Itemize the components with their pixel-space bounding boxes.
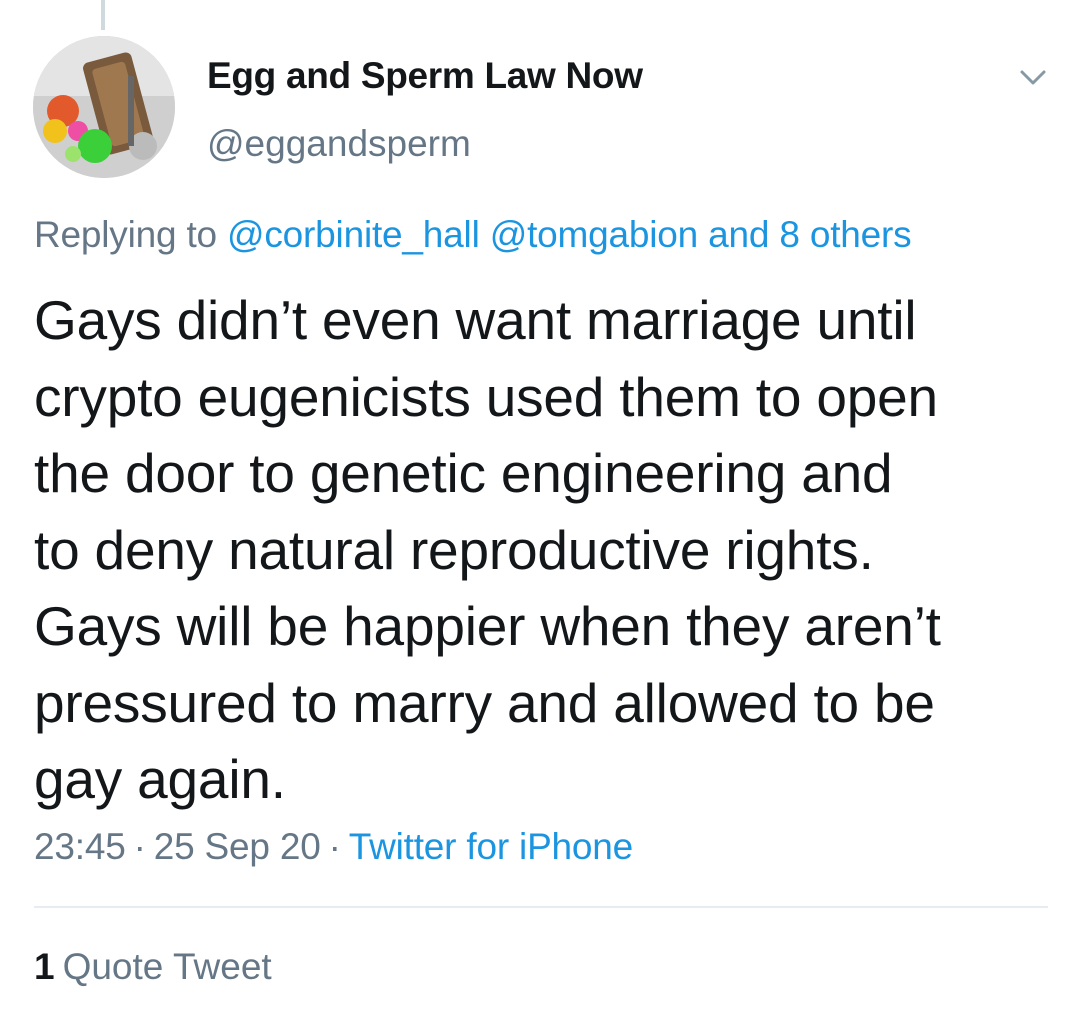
tweet-text-line: Gays will be happier when they aren’t <box>34 595 941 657</box>
replying-to-label: Replying to <box>34 214 217 255</box>
thread-connector-line <box>101 0 105 30</box>
meta-separator: · <box>328 826 341 867</box>
quote-tweets-stat[interactable]: 1 Quote Tweet <box>34 943 272 991</box>
meta-separator: · <box>133 826 146 867</box>
tweet-date[interactable]: 25 Sep 20 <box>154 826 321 867</box>
tweet-text-line: crypto eugenicists used them to open <box>34 365 938 428</box>
tweet-metadata: 23:45 · 25 Sep 20 · Twitter for iPhone <box>34 823 633 871</box>
tweet-text-line: to deny natural reproductive rights. <box>34 518 874 581</box>
tweet-author[interactable]: Egg and Sperm Law Now @eggandsperm <box>207 52 643 168</box>
quote-label: Quote Tweet <box>62 946 272 987</box>
chevron-down-icon[interactable] <box>1016 60 1050 94</box>
tweet-text-line: pressured to marry and allowed to be <box>34 671 935 734</box>
tweet-text-line: Gays didn’t even want marriage until <box>34 289 917 351</box>
avatar-image <box>33 36 175 178</box>
tweet-time[interactable]: 23:45 <box>34 826 126 867</box>
others-link[interactable]: and 8 others <box>708 214 912 255</box>
replying-to: Replying to @corbinite_hall @tomgabion a… <box>34 212 912 258</box>
author-handle[interactable]: @eggandsperm <box>207 120 643 168</box>
tweet-text-line: the door to genetic engineering and <box>34 442 893 504</box>
divider <box>34 906 1048 908</box>
avatar[interactable] <box>33 36 175 178</box>
tweet-text: Gays didn’t even want marriage until cry… <box>34 282 1054 818</box>
mention-link[interactable]: @tomgabion <box>490 214 699 255</box>
tweet-text-line: gay again. <box>34 748 286 810</box>
tweet-source-link[interactable]: Twitter for iPhone <box>349 826 634 867</box>
quote-count: 1 <box>34 946 55 987</box>
mention-link[interactable]: @corbinite_hall <box>227 214 480 255</box>
author-display-name[interactable]: Egg and Sperm Law Now <box>207 52 643 100</box>
